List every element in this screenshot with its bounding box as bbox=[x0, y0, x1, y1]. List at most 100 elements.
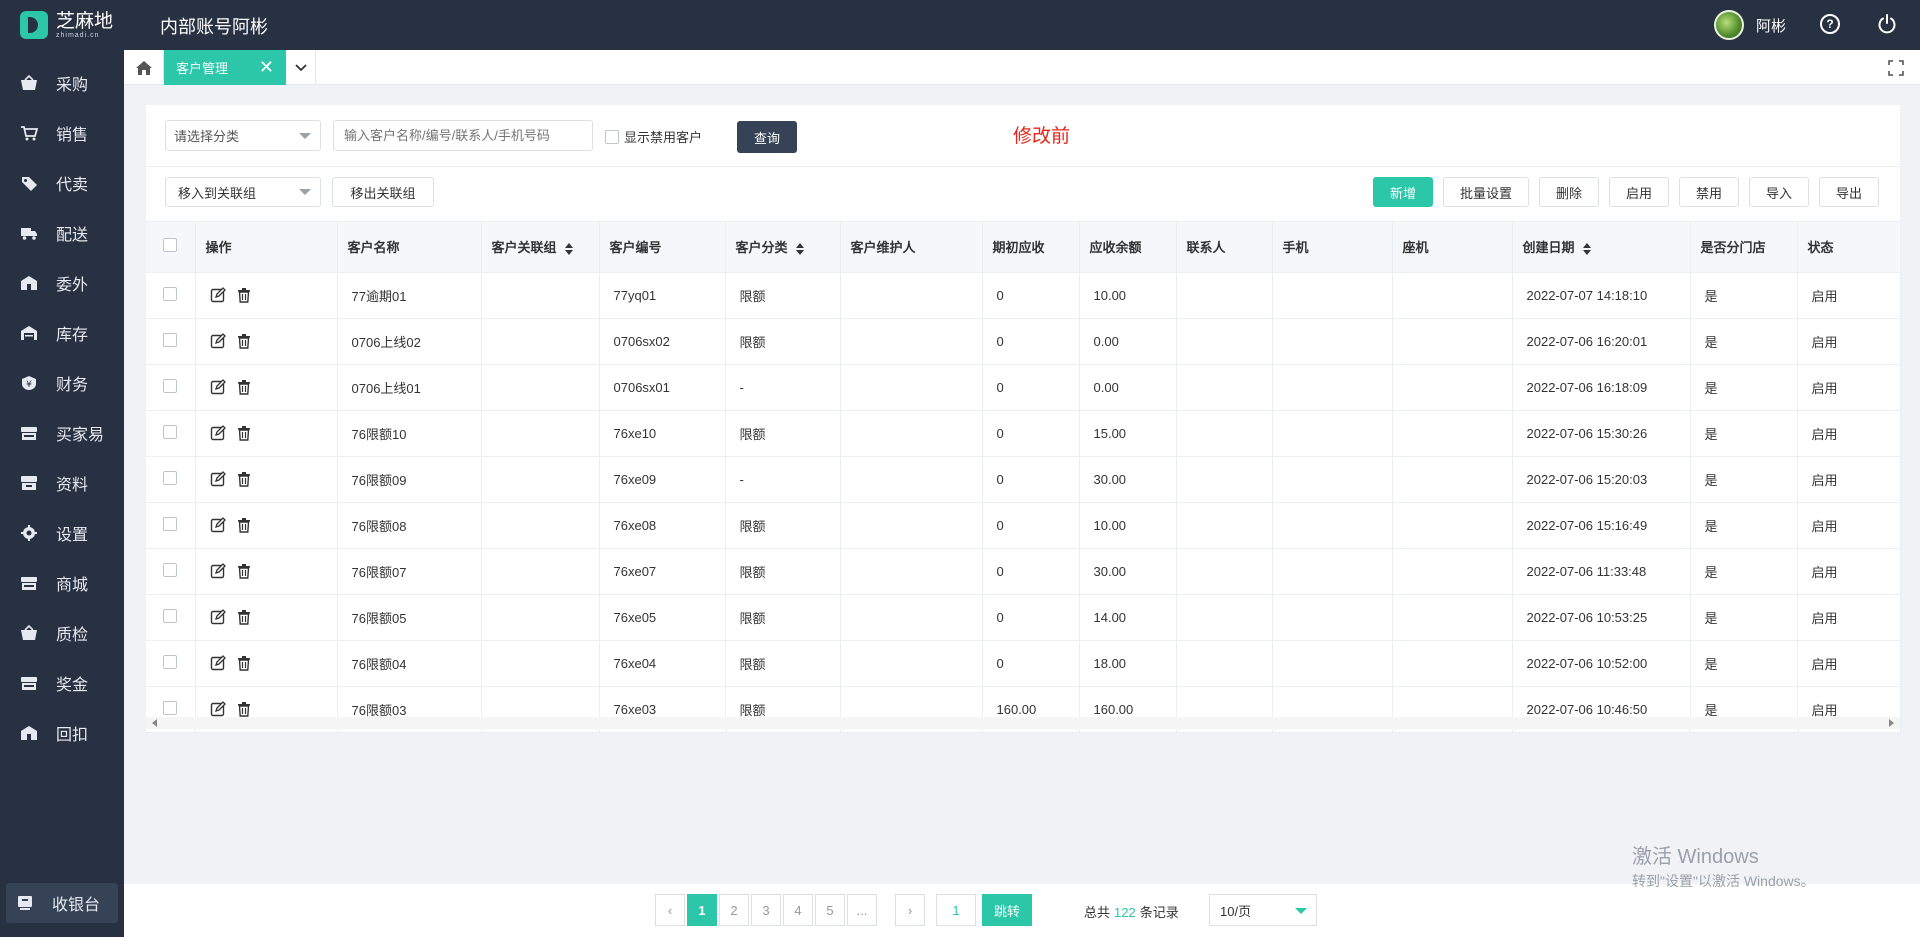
trash-icon[interactable] bbox=[236, 471, 252, 487]
trash-icon[interactable] bbox=[236, 333, 252, 349]
scroll-left-icon[interactable] bbox=[152, 719, 157, 727]
edit-icon[interactable] bbox=[210, 517, 226, 533]
row-checkbox[interactable] bbox=[163, 424, 177, 439]
tab-dropdown[interactable] bbox=[286, 50, 316, 85]
query-button[interactable]: 查询 bbox=[737, 121, 797, 153]
edit-icon[interactable] bbox=[210, 471, 226, 487]
row-checkbox[interactable] bbox=[163, 700, 177, 715]
edit-icon[interactable] bbox=[210, 609, 226, 625]
trash-icon[interactable] bbox=[236, 701, 252, 717]
edit-icon[interactable] bbox=[210, 655, 226, 671]
show-disabled-checkbox[interactable]: 显示禁用客户 bbox=[605, 127, 702, 146]
edit-icon[interactable] bbox=[210, 425, 226, 441]
row-select-cell[interactable] bbox=[146, 318, 196, 365]
category-select[interactable]: 请选择分类 bbox=[165, 120, 321, 151]
user-menu[interactable]: 阿彬 bbox=[1713, 10, 1786, 40]
brand-logo[interactable]: 芝麻地 zhimadi.cn bbox=[0, 0, 124, 50]
sidebar-item-11[interactable]: 质检 bbox=[0, 608, 124, 658]
cashier-button[interactable]: 收银台 bbox=[6, 883, 118, 923]
row-checkbox[interactable] bbox=[163, 516, 177, 531]
row-checkbox[interactable] bbox=[163, 286, 177, 301]
disable-button[interactable]: 禁用 bbox=[1679, 177, 1739, 207]
trash-icon[interactable] bbox=[236, 609, 252, 625]
fullscreen-icon[interactable] bbox=[1888, 60, 1904, 76]
table-row[interactable]: 76限额05 76xe05 限额 0 14.00 2022-07-06 10:53:25 是… bbox=[146, 594, 1901, 641]
scroll-right-icon[interactable] bbox=[1889, 719, 1894, 727]
sidebar-item-13[interactable]: 回扣 bbox=[0, 708, 124, 758]
row-select-cell[interactable] bbox=[146, 594, 196, 641]
page-button[interactable]: 4 bbox=[783, 894, 813, 926]
move-into-group-select[interactable]: 移入到关联组 bbox=[165, 177, 321, 207]
user-name[interactable]: 阿彬 bbox=[1756, 15, 1786, 36]
sort-icon[interactable] bbox=[1582, 242, 1591, 255]
jump-page-input[interactable]: 1 bbox=[936, 894, 976, 926]
col-category[interactable]: 客户分类 bbox=[725, 222, 841, 273]
sidebar-item-12[interactable]: 奖金 bbox=[0, 658, 124, 708]
sidebar-item-1[interactable]: 销售 bbox=[0, 108, 124, 158]
table-row[interactable]: 0706上线01 0706sx01- 0 0.00 2022-07-06 16:18:0… bbox=[146, 364, 1901, 411]
table-row[interactable]: 76限额04 76xe04 限额 0 18.00 2022-07-06 10:52:00 是… bbox=[146, 640, 1901, 687]
row-select-cell[interactable] bbox=[146, 502, 196, 549]
row-select-cell[interactable] bbox=[146, 640, 196, 687]
edit-icon[interactable] bbox=[210, 701, 226, 717]
sidebar-item-10[interactable]: 商城 bbox=[0, 558, 124, 608]
col-created[interactable]: 创建日期 bbox=[1512, 222, 1691, 273]
import-button[interactable]: 导入 bbox=[1749, 177, 1809, 207]
prev-page-button[interactable]: ‹ bbox=[655, 894, 685, 926]
select-all-cell[interactable] bbox=[146, 222, 196, 273]
page-button[interactable]: 5 bbox=[815, 894, 845, 926]
table-row[interactable]: 0706上线02 0706sx02 限额 0 0.00 2022-07-06 16:20:… bbox=[146, 318, 1901, 365]
checkbox[interactable] bbox=[605, 129, 619, 144]
sidebar-item-7[interactable]: 买家易 bbox=[0, 408, 124, 458]
batch-settings-button[interactable]: 批量设置 bbox=[1443, 177, 1529, 207]
sidebar-item-3[interactable]: 配送 bbox=[0, 208, 124, 258]
sidebar-item-9[interactable]: 设置 bbox=[0, 508, 124, 558]
add-button[interactable]: 新增 bbox=[1373, 177, 1433, 207]
home-tab[interactable] bbox=[124, 50, 164, 85]
row-checkbox[interactable] bbox=[163, 332, 177, 347]
help-icon[interactable]: ? bbox=[1820, 14, 1840, 34]
trash-icon[interactable] bbox=[236, 425, 252, 441]
close-icon[interactable]: ✕ bbox=[259, 58, 274, 76]
trash-icon[interactable] bbox=[236, 517, 252, 533]
sidebar-item-0[interactable]: 采购 bbox=[0, 58, 124, 108]
row-checkbox[interactable] bbox=[163, 562, 177, 577]
sidebar-item-5[interactable]: 库存 bbox=[0, 308, 124, 358]
avatar[interactable] bbox=[1713, 10, 1744, 40]
trash-icon[interactable] bbox=[236, 655, 252, 671]
export-button[interactable]: 导出 bbox=[1819, 177, 1879, 207]
row-select-cell[interactable] bbox=[146, 410, 196, 457]
enable-button[interactable]: 启用 bbox=[1609, 177, 1669, 207]
sort-icon[interactable] bbox=[564, 242, 573, 255]
page-button[interactable]: 1 bbox=[687, 894, 717, 926]
tab-customer-management[interactable]: 客户管理 ✕ bbox=[164, 50, 286, 85]
select-all-checkbox[interactable] bbox=[163, 238, 177, 253]
move-out-group-button[interactable]: 移出关联组 bbox=[332, 177, 434, 207]
edit-icon[interactable] bbox=[210, 563, 226, 579]
sidebar-item-6[interactable]: ¥ 财务 bbox=[0, 358, 124, 408]
page-button[interactable]: 3 bbox=[751, 894, 781, 926]
row-checkbox[interactable] bbox=[163, 608, 177, 623]
table-row[interactable]: 76限额07 76xe07 限额 0 30.00 2022-07-06 11:33:48 是… bbox=[146, 548, 1901, 595]
sidebar-item-8[interactable]: 资料 bbox=[0, 458, 124, 508]
edit-icon[interactable] bbox=[210, 287, 226, 303]
jump-button[interactable]: 跳转 bbox=[982, 894, 1032, 926]
trash-icon[interactable] bbox=[236, 563, 252, 579]
row-select-cell[interactable] bbox=[146, 456, 196, 503]
delete-button[interactable]: 删除 bbox=[1539, 177, 1599, 207]
table-row[interactable]: 77逾期01 77yq01 限额 0 10.00 2022-07-07 14:18:10 是… bbox=[146, 272, 1901, 319]
col-group[interactable]: 客户关联组 bbox=[481, 222, 600, 273]
table-row[interactable]: 76限额08 76xe08 限额 0 10.00 2022-07-06 15:16:49 是… bbox=[146, 502, 1901, 549]
row-checkbox[interactable] bbox=[163, 654, 177, 669]
row-checkbox[interactable] bbox=[163, 470, 177, 485]
page-button[interactable]: ... bbox=[847, 894, 877, 926]
next-page-button[interactable]: › bbox=[895, 894, 925, 926]
row-checkbox[interactable] bbox=[163, 378, 177, 393]
row-select-cell[interactable] bbox=[146, 548, 196, 595]
page-size-select[interactable]: 10/页 bbox=[1209, 894, 1317, 926]
power-icon[interactable] bbox=[1876, 13, 1898, 35]
row-select-cell[interactable] bbox=[146, 364, 196, 411]
search-input[interactable] bbox=[333, 120, 593, 151]
page-button[interactable]: 2 bbox=[719, 894, 749, 926]
sidebar-item-4[interactable]: 委外 bbox=[0, 258, 124, 308]
